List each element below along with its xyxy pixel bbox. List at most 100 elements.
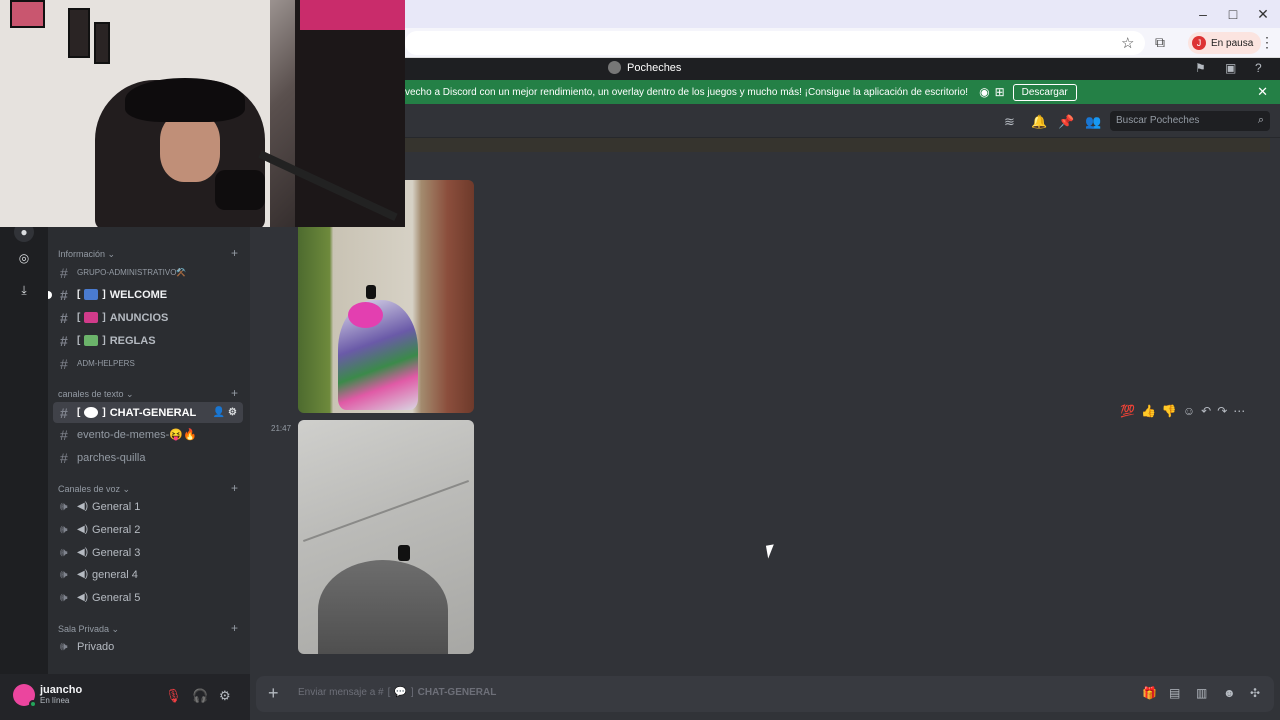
channel-label: General 2 xyxy=(92,523,141,536)
profile-avatar: J xyxy=(1192,36,1206,50)
add-channel-icon[interactable]: + xyxy=(231,386,238,400)
extensions-icon[interactable]: ⧉ xyxy=(1155,34,1165,51)
online-status-icon xyxy=(29,700,37,708)
voice-general-4[interactable]: 🕪 ◀) general 4 xyxy=(53,564,243,585)
rules-emoji-icon xyxy=(84,335,99,346)
add-channel-icon[interactable]: + xyxy=(231,621,238,635)
more-options-icon[interactable]: ⋯ xyxy=(1233,404,1245,418)
maximize-button[interactable]: □ xyxy=(1218,4,1248,24)
channel-anuncios[interactable]: # [ ] ANUNCIOS xyxy=(53,307,243,328)
message-timestamp: 21:47 xyxy=(271,424,292,433)
category-sala-privada[interactable]: Sala Privada ⌄ xyxy=(58,624,119,635)
category-canales-de-voz[interactable]: Canales de voz ⌄ xyxy=(58,484,130,495)
voice-general-3[interactable]: 🕪 ◀) General 3 xyxy=(53,542,243,563)
add-channel-icon[interactable]: + xyxy=(231,246,238,260)
channel-grupo-administrativo[interactable]: # GRUPO-ADMINISTRATIVO⚒️ xyxy=(53,262,243,283)
search-input[interactable]: Buscar Pocheches ⌕ xyxy=(1110,111,1270,131)
channel-label: WELCOME xyxy=(109,288,168,301)
help-icon[interactable]: ? xyxy=(1255,61,1262,75)
sound-icon: ◀) xyxy=(77,547,89,558)
placeholder-channel: CHAT-GENERAL xyxy=(417,687,497,698)
minimize-button[interactable]: – xyxy=(1188,4,1218,24)
channel-label: CHAT-GENERAL xyxy=(109,406,197,419)
hash-icon: # xyxy=(60,309,68,326)
emoji-icon[interactable]: ☻ xyxy=(1223,686,1236,700)
profile-status: En pausa xyxy=(1211,37,1254,49)
image-attachment-2[interactable] xyxy=(298,420,474,654)
bracket-close: ] xyxy=(102,407,106,418)
address-bar[interactable] xyxy=(405,31,1145,55)
windows-icon: ⊞ xyxy=(994,85,1005,99)
channel-adm-helpers[interactable]: # ADM-HELPERS xyxy=(53,353,243,374)
gift-icon[interactable]: 🎁 xyxy=(1142,686,1157,700)
channel-bracket: [ xyxy=(77,335,81,346)
browser-menu-icon[interactable]: ⋮ xyxy=(1260,34,1274,51)
pavement-line xyxy=(302,479,470,543)
download-icon[interactable]: ⤓ xyxy=(14,280,34,300)
category-informacion[interactable]: Información ⌄ xyxy=(58,249,115,260)
threads-icon[interactable]: ≋ xyxy=(1004,114,1015,130)
sticker-icon[interactable]: ▥ xyxy=(1196,686,1207,700)
notifications-bell-icon[interactable]: 🔔 xyxy=(1031,114,1047,130)
apps-icon[interactable]: ✣ xyxy=(1250,686,1260,700)
user-settings-gear-icon[interactable]: ⚙ xyxy=(219,688,231,704)
channel-reglas[interactable]: # [ ] REGLAS xyxy=(53,330,243,351)
thumbs-down-icon[interactable]: 👎 xyxy=(1162,404,1177,418)
wall-frame xyxy=(94,22,110,64)
inbox-icon[interactable]: ▣ xyxy=(1225,61,1236,75)
os-icons: ◉ ⊞ xyxy=(974,85,1005,99)
reaction-100-icon[interactable]: 💯 xyxy=(1120,404,1135,418)
voice-general-2[interactable]: 🕪 ◀) General 2 xyxy=(53,519,243,540)
channel-label: General 5 xyxy=(92,591,141,604)
flag-icon[interactable]: ⚑ xyxy=(1195,61,1206,75)
channel-settings-icons[interactable]: 👤 ⚙ xyxy=(213,407,237,418)
close-window-button[interactable]: ✕ xyxy=(1248,4,1278,24)
username[interactable]: juancho xyxy=(40,684,82,696)
hash-icon: # xyxy=(60,264,68,281)
channel-bracket: [ xyxy=(77,407,81,418)
channel-welcome[interactable]: # [ ] WELCOME xyxy=(53,284,243,305)
forward-icon[interactable]: ↷ xyxy=(1217,404,1227,418)
gif-icon[interactable]: ▤ xyxy=(1169,686,1180,700)
profile-button[interactable]: J En pausa xyxy=(1188,32,1262,54)
channel-label: parches-quilla xyxy=(77,451,146,464)
channel-label: ADM-HELPERS xyxy=(77,359,135,368)
add-attachment-icon[interactable]: + xyxy=(268,683,279,704)
message-composer[interactable]: + Enviar mensaje a # [ 💬 ] CHAT-GENERAL … xyxy=(256,676,1274,712)
bookmark-star-icon[interactable]: ☆ xyxy=(1121,34,1134,52)
hash-icon: # xyxy=(60,426,68,443)
composer-placeholder: Enviar mensaje a # [ 💬 ] CHAT-GENERAL xyxy=(298,687,496,698)
search-icon: ⌕ xyxy=(1257,114,1264,126)
download-button[interactable]: Descargar xyxy=(1012,83,1077,101)
message-actions: 💯 👍 👎 ☺ ↶ ↷ ⋯ xyxy=(1120,404,1245,418)
user-panel: juancho En línea 🎙 🎧 ⚙ xyxy=(0,674,250,720)
channel-parches-quilla[interactable]: # parches-quilla xyxy=(53,447,243,468)
headphones-icon[interactable]: 🎧 xyxy=(192,688,208,704)
speaker-icon: 🕪 xyxy=(60,639,68,653)
channel-label: General 3 xyxy=(92,546,141,559)
pinned-icon[interactable]: 📌 xyxy=(1058,114,1074,130)
add-reaction-icon[interactable]: ☺ xyxy=(1183,404,1195,418)
speech-bubble-icon xyxy=(84,407,99,418)
sound-icon: ◀) xyxy=(77,569,89,580)
voice-general-1[interactable]: 🕪 ◀) General 1 xyxy=(53,496,243,517)
reply-icon[interactable]: ↶ xyxy=(1201,404,1211,418)
channel-evento-de-memes[interactable]: # evento-de-memes-😝🔥 xyxy=(53,424,243,445)
channel-chat-general[interactable]: # [ ] CHAT-GENERAL 👤 ⚙ xyxy=(53,402,243,423)
hash-icon: # xyxy=(60,404,68,421)
discover-icon[interactable]: ◎ xyxy=(14,248,34,268)
voice-privado[interactable]: 🕪 Privado xyxy=(53,636,243,657)
bracket-close: ] xyxy=(410,687,414,698)
search-placeholder: Buscar Pocheches xyxy=(1116,115,1200,126)
mic-muted-icon[interactable]: 🎙 xyxy=(165,688,182,704)
streamer-face xyxy=(160,112,220,182)
shoe-shape xyxy=(366,285,376,299)
thumbs-up-icon[interactable]: 👍 xyxy=(1141,404,1156,418)
member-list-icon[interactable]: 👥 xyxy=(1085,114,1101,130)
sound-icon: ◀) xyxy=(77,524,89,535)
voice-general-5[interactable]: 🕪 ◀) General 5 xyxy=(53,587,243,608)
close-icon[interactable]: ✕ xyxy=(1257,84,1268,100)
channel-label: General 1 xyxy=(92,500,141,513)
category-canales-de-texto[interactable]: canales de texto ⌄ xyxy=(58,389,134,400)
add-channel-icon[interactable]: + xyxy=(231,481,238,495)
